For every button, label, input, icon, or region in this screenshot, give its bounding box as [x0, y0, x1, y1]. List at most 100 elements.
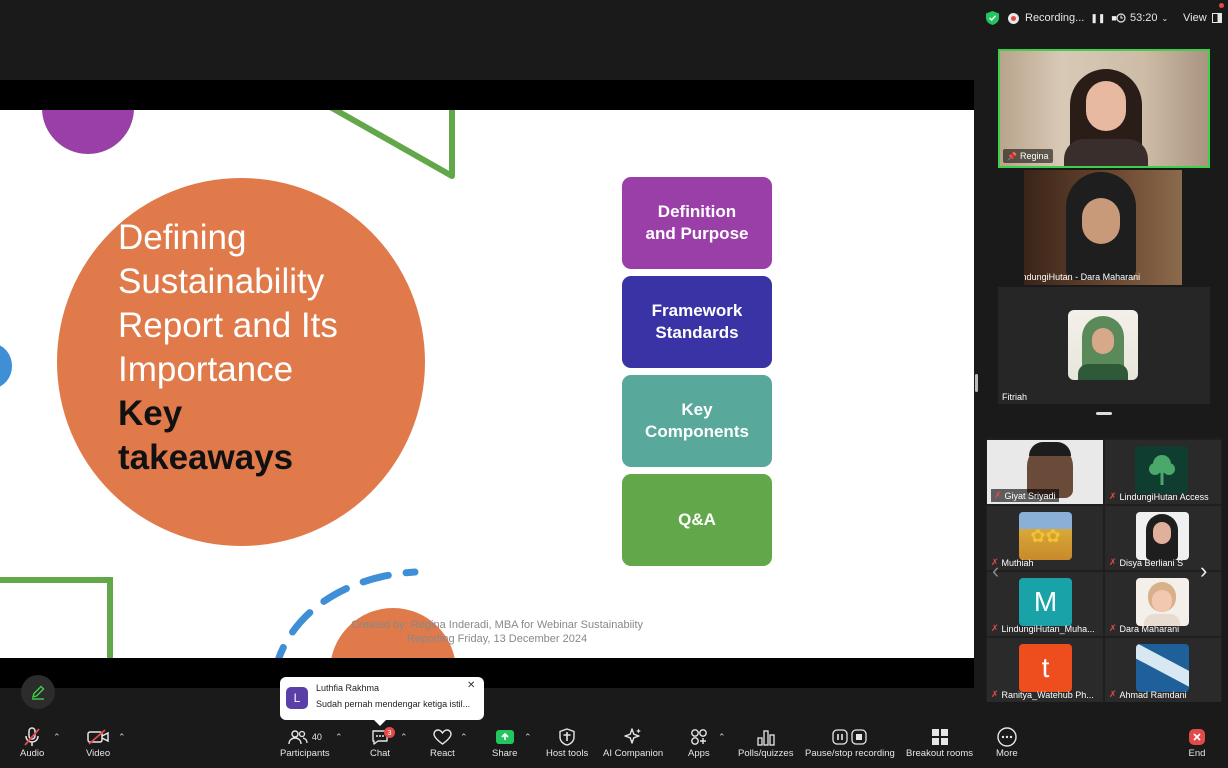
participants-options-caret[interactable]: ⌃	[335, 732, 343, 743]
polls-button[interactable]: Polls/quizzes	[738, 726, 793, 759]
participant-avatar-photo	[1068, 310, 1138, 380]
message-preview: Sudah pernah mendengar ketiga istil...	[316, 699, 471, 709]
apps-button[interactable]: Apps	[688, 726, 710, 759]
participant-hair	[1029, 442, 1071, 456]
video-tile-dara[interactable]: ✗ LindungiHutan - Dara Maharani	[1024, 170, 1182, 285]
presentation-slide: Defining Sustainability Report and Its I…	[0, 110, 974, 658]
breakout-rooms-button[interactable]: Breakout rooms	[906, 726, 973, 759]
gallery-tile[interactable]: t ✗ Ranitya_Watehub Ph...	[987, 638, 1103, 702]
apps-options-caret[interactable]: ⌃	[718, 732, 726, 743]
panel-resize-handle[interactable]	[975, 374, 978, 392]
credit-line: Created by: Regina Inderadi, MBA for Web…	[350, 619, 644, 631]
mic-muted-icon: ✗	[1109, 623, 1117, 633]
chat-notification[interactable]: L Luthfia Rakhma Sudah pernah mendengar …	[280, 677, 484, 726]
gallery-prev-icon[interactable]: ‹	[992, 558, 999, 584]
card-definition: Definition and Purpose	[622, 177, 772, 269]
view-button[interactable]: View	[1183, 12, 1222, 24]
apps-label: Apps	[688, 748, 710, 759]
card-components: Key Components	[622, 375, 772, 467]
participant-name: LindungiHutan Access	[1119, 491, 1209, 502]
timer-value: 53:20	[1130, 12, 1158, 24]
recording-label: Recording...	[1025, 12, 1085, 24]
chat-label: Chat	[370, 748, 391, 759]
credit-line: Reporting Friday, 13 December 2024	[406, 633, 588, 645]
gallery-next-icon[interactable]: ›	[1200, 558, 1207, 584]
participants-count: 40	[311, 732, 322, 742]
speaker-name: Fitriah	[1002, 392, 1028, 402]
recording-dot-icon	[1008, 12, 1019, 24]
recording-indicator[interactable]: Recording... ❚❚ ■	[1008, 9, 1117, 27]
mic-muted-icon: ✗	[991, 689, 999, 699]
react-label: React	[430, 748, 455, 759]
gallery-tile[interactable]: ✗ Giyat Sriyadi	[987, 440, 1103, 504]
pause-stop-label: Pause/stop recording	[805, 748, 895, 759]
view-label: View	[1183, 12, 1207, 24]
chat-options-caret[interactable]: ⌃	[400, 732, 408, 743]
participant-avatar	[1136, 578, 1189, 626]
breakout-label: Breakout rooms	[906, 748, 974, 759]
mic-muted-icon: ✗	[994, 490, 1002, 500]
participant-avatar: t	[1019, 644, 1072, 692]
heart-icon	[433, 728, 452, 745]
audio-button[interactable]: Audio	[20, 726, 44, 759]
participants-label: Participants	[280, 748, 330, 759]
meeting-timer[interactable]: 53:20 ⌄	[1116, 12, 1168, 24]
video-options-caret[interactable]: ⌃	[118, 732, 126, 743]
gallery-tile[interactable]: M ✗ LindungiHutan_Muha...	[987, 572, 1103, 636]
participant-name: LindungiHutan_Muha...	[1001, 623, 1095, 634]
pause-stop-recording-button[interactable]: Pause/stop recording	[805, 726, 895, 759]
mic-muted-icon: ✗	[1109, 689, 1117, 699]
pencil-icon	[31, 685, 45, 700]
gallery-tile[interactable]: ✗ Ahmad Ramdani	[1105, 638, 1221, 702]
annotate-button[interactable]	[21, 675, 55, 709]
audio-label: Audio	[20, 748, 45, 759]
speaker-name: LindungiHutan - Dara Maharani	[1024, 271, 1141, 282]
shield-icon[interactable]	[986, 11, 999, 25]
participants-icon	[288, 730, 308, 745]
decor-blue-circle	[0, 344, 12, 388]
participant-name: Ranitya_Watehub Ph...	[1001, 689, 1094, 700]
pin-icon: 📌	[1007, 151, 1017, 161]
card-qa: Q&A	[622, 474, 772, 566]
decor-purple-circle	[42, 110, 134, 154]
participant-name: Muthiah	[1001, 557, 1034, 568]
participant-name: Disya Berliani S	[1119, 557, 1184, 568]
apps-icon	[690, 729, 707, 745]
more-button[interactable]: More	[996, 726, 1018, 759]
video-label: Video	[86, 748, 111, 759]
video-tile-regina[interactable]: 📌 Regina	[998, 49, 1210, 168]
gallery-tile[interactable]: ✿✿ ✗ Muthiah	[987, 506, 1103, 570]
title-bold-line: Key	[118, 394, 183, 433]
video-tile-fitriah[interactable]: Fitriah	[998, 287, 1210, 404]
video-button[interactable]: Video	[86, 726, 110, 759]
gallery-tile[interactable]: ✗ LindungiHutan Access	[1105, 440, 1221, 504]
more-dots-icon	[997, 727, 1017, 747]
breakout-rooms-icon	[931, 729, 948, 745]
participant-avatar	[1136, 644, 1189, 692]
close-icon[interactable]: ✕	[467, 680, 475, 691]
meeting-toolbar: Audio ⌃ Video ⌃ 40 Participants ⌃ Chat ⌃…	[0, 720, 1228, 768]
chevron-down-icon: ⌄	[1161, 13, 1169, 23]
share-button[interactable]: Share	[492, 726, 517, 759]
participant-face	[1086, 81, 1126, 131]
participant-name: Giyat Sriyadi	[1004, 490, 1056, 501]
card-line: Key	[681, 400, 713, 419]
react-options-caret[interactable]: ⌃	[460, 732, 468, 743]
more-label: More	[996, 748, 1018, 759]
polls-label: Polls/quizzes	[738, 748, 794, 759]
title-line: Importance	[118, 350, 294, 389]
card-line: Standards	[655, 323, 739, 342]
react-button[interactable]: React	[430, 726, 455, 759]
panel-divider-handle[interactable]	[1096, 412, 1112, 415]
host-tools-button[interactable]: Host tools	[546, 726, 588, 759]
audio-options-caret[interactable]: ⌃	[53, 732, 61, 743]
share-options-caret[interactable]: ⌃	[524, 732, 532, 743]
end-button[interactable]: End	[1188, 726, 1206, 759]
participants-button[interactable]: 40 Participants	[280, 726, 330, 759]
participant-name-tag: ✗ Disya Berliani S	[1109, 557, 1183, 568]
pause-recording-icon[interactable]: ❚❚	[1090, 13, 1105, 24]
speaker-name-tag: 📌 Regina	[1003, 149, 1053, 163]
participant-name-tag: ✗ Ranitya_Watehub Ph...	[991, 689, 1094, 700]
ai-companion-button[interactable]: AI Companion	[603, 726, 663, 759]
tree-logo-icon	[1148, 455, 1175, 485]
